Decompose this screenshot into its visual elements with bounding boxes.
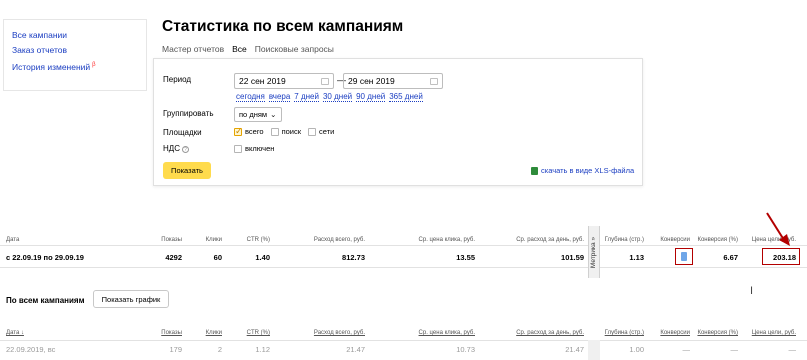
vat-option: включен [234,144,274,153]
quick-period-7-days[interactable]: 7 дней [294,92,319,102]
platform-networks-label: сети [319,127,335,136]
date-from-field[interactable]: 22 сен 2019 [234,73,334,89]
detail-row-clicks: 2 [217,345,222,354]
col-clicks[interactable]: Клики [190,237,222,243]
col-shows[interactable]: Показы [140,237,182,243]
page-title: Статистика по всем кампаниям [162,18,404,35]
summary-date: с 22.09.19 по 29.09.19 [6,253,84,262]
summary-daily-spend: 101.59 [561,253,584,262]
vat-label: НДС? [163,144,189,153]
metrika-toggle[interactable]: Метрика » [588,226,600,278]
summary-goal-price: 203.18 [773,253,796,262]
detail-col-date[interactable]: Дата ↓ [6,330,24,336]
summary-cpc: 13.55 [456,253,475,262]
detail-col-ctr[interactable]: CTR (%) [230,330,270,336]
platform-all-label: всего [245,127,264,136]
col-depth[interactable]: Глубина (стр.) [600,237,644,243]
detail-row-daily-spend: 21.47 [565,345,584,354]
quick-period-30-days[interactable]: 30 дней [322,92,353,102]
quick-period-365-days[interactable]: 365 дней [389,92,423,102]
vat-included-checkbox[interactable] [234,144,242,153]
detail-col-spend[interactable]: Расход всего, руб. [285,330,365,336]
detail-row-cpc: 10.73 [456,345,475,354]
section-title: По всем кампаниям [6,296,85,305]
sidebar-item-label: История изменений [12,61,91,72]
text-cursor-icon: I [750,285,754,297]
detail-col-daily-spend[interactable]: Ср. расход за день, руб. [490,330,584,336]
detail-row-goal-price: — [788,345,797,354]
info-icon[interactable]: ? [181,146,189,153]
summary-conversion-rate: 6.67 [723,253,738,262]
col-conversions[interactable]: Конверсии [648,237,690,243]
calendar-icon [430,77,438,85]
detail-row-shows: 179 [169,345,182,354]
xls-download[interactable]: скачать в виде XLS-файла [531,166,634,175]
summary-ctr: 1.40 [255,253,270,262]
col-date[interactable]: Дата [6,237,19,243]
group-select[interactable]: по дням ⌄ [234,107,282,122]
summary-header-divider [0,245,807,246]
summary-spend: 812.73 [342,253,365,262]
vat-included-label: включен [245,144,275,153]
platform-search-label: поиск [281,127,302,136]
summary-clicks: 60 [213,253,222,262]
conversions-highlight [675,248,693,265]
detail-col-conversions[interactable]: Конверсии [648,330,690,336]
show-chart-button[interactable]: Показать график [93,290,169,308]
group-label: Группировать [163,109,214,118]
platforms-label: Площадки [163,128,202,137]
detail-row-date: 22.09.2019, вс [6,345,56,354]
col-cpc[interactable]: Ср. цена клика, руб. [395,237,475,243]
summary-shows: 4292 [165,253,182,262]
sidebar-item-change-history[interactable]: История изменений β [12,58,138,75]
platforms-checkboxes: всего поиск сети [234,126,335,137]
platform-search-checkbox[interactable] [270,127,279,136]
metrika-label: Метрика » [590,236,598,268]
detail-col-clicks[interactable]: Клики [190,330,222,336]
sidebar-item-order-reports[interactable]: Заказ отчетов [12,43,138,58]
quick-period-today[interactable]: сегодня [236,92,265,102]
detail-col-goal-price[interactable]: Цена цели, руб. [742,330,796,336]
calendar-icon [321,77,329,85]
annotation-arrow-icon [766,212,790,246]
date-to-field[interactable]: 29 сен 2019 [343,73,443,89]
col-daily-spend[interactable]: Ср. расход за день, руб. [490,237,584,243]
sidebar-item-all-campaigns[interactable]: Все кампании [12,28,138,43]
vat-label-text: НДС [163,144,180,153]
chevron-down-icon: ⌄ [270,110,277,119]
detail-header-divider [0,340,807,341]
col-spend[interactable]: Расход всего, руб. [285,237,365,243]
conversions-detail-icon[interactable] [681,252,687,261]
quick-period-90-days[interactable]: 90 дней [356,92,386,102]
summary-depth: 1.13 [629,253,644,262]
date-from-value: 22 сен 2019 [239,76,286,86]
col-conversion-rate[interactable]: Конверсия (%) [692,237,738,243]
metrika-column-strip [588,340,600,360]
show-button[interactable]: Показать [163,162,211,179]
detail-col-cpc[interactable]: Ср. цена клика, руб. [395,330,475,336]
detail-row-conversions: — [682,345,691,354]
date-to-value: 29 сен 2019 [348,76,395,86]
platform-all-checkbox[interactable] [234,126,243,137]
sidebar: Все кампании Заказ отчетов История измен… [4,20,146,90]
period-label: Период [163,75,192,84]
quick-period-links: сегодня вчера 7 дней 30 дней 90 дней 365… [236,92,423,102]
detail-row-ctr: 1.12 [255,345,270,354]
summary-bottom-divider [0,267,807,268]
excel-icon [531,166,538,175]
detail-col-shows[interactable]: Показы [140,330,182,336]
detail-col-conversion-rate[interactable]: Конверсия (%) [692,330,738,336]
col-ctr[interactable]: CTR (%) [230,237,270,243]
xls-download-label: скачать в виде XLS-файла [541,166,635,175]
detail-row-conversion-rate: — [730,345,739,354]
detail-col-depth[interactable]: Глубина (стр.) [600,330,644,336]
platform-networks-checkbox[interactable] [308,127,317,136]
beta-badge: β [92,62,96,68]
detail-row-spend: 21.47 [346,345,365,354]
detail-row-depth: 1.00 [629,345,644,354]
group-select-value: по дням [239,110,268,119]
quick-period-yesterday[interactable]: вчера [268,92,291,102]
